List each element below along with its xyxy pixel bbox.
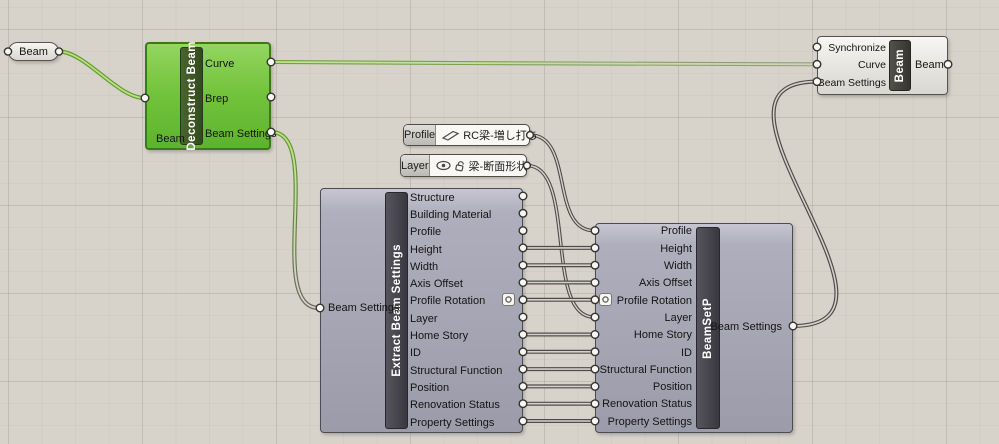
deconstruct-beam-title: Deconstruct Beam — [185, 41, 198, 151]
beamsetp-input-position: Position — [652, 381, 692, 394]
beam-target-input-synchronize: Synchronize — [828, 41, 886, 54]
extract-input-beam-settings: Beam Settings — [328, 302, 400, 314]
beam-source-param[interactable]: Beam — [8, 42, 59, 61]
extract-output-property-settings: Property Settings — [410, 416, 495, 429]
extract-output-height: Height — [410, 243, 442, 256]
extract-output-home-story: Home Story — [410, 330, 469, 343]
extract-output-profile-rotation: Profile Rotation — [410, 295, 486, 308]
beam-target-title-band: Beam — [889, 40, 911, 91]
extract-output-position: Position — [410, 381, 450, 394]
extract-beam-settings-node[interactable]: Extract Beam Settings Beam Settings Stru… — [320, 188, 523, 433]
beam-source-label: Beam — [19, 45, 48, 58]
deconstruct-beam-title-band: Deconstruct Beam — [180, 41, 203, 151]
beamsetp-input-width: Width — [663, 260, 692, 273]
layer-panel-value: 梁-断面形状 — [468, 160, 528, 173]
profile-value-panel[interactable]: Profile RC梁-増し打ち — [403, 124, 538, 146]
grasshopper-canvas[interactable]: Beam Deconstruct Beam Beam Curve Brep Be… — [0, 0, 999, 444]
unlock-icon — [454, 160, 464, 171]
beamsetp-input-home-story: Home Story — [633, 329, 692, 342]
profile-shape-icon — [442, 130, 460, 141]
profile-panel-value: RC梁-増し打ち — [463, 130, 538, 142]
beam-target-input-curve: Curve — [857, 59, 886, 72]
deconstruct-output-curve: Curve — [205, 58, 235, 70]
extract-output-structural-function: Structural Function — [410, 364, 503, 377]
extract-output-renovation-status: Renovation Status — [410, 399, 500, 412]
profile-panel-tag: Profile — [404, 125, 437, 145]
layer-value-panel[interactable]: Layer 梁-断面形状 — [400, 154, 527, 177]
wire-curve-to-beam[interactable] — [270, 60, 818, 67]
beamsetp-input-profile-rotation: Profile Rotation — [616, 294, 692, 307]
extract-output-axis-offset: Axis Offset — [410, 278, 463, 291]
deconstruct-output-brep: Brep — [205, 93, 229, 105]
extract-output-width: Width — [410, 260, 439, 273]
extract-output-id: ID — [410, 347, 421, 360]
beamsetp-node[interactable]: BeamSetP Profile Height Width Axis Offse… — [595, 223, 793, 433]
beam-target-input-beam-settings: Beam Settings — [817, 76, 886, 89]
deconstruct-beam-node[interactable]: Deconstruct Beam Beam Curve Brep Beam Se… — [145, 41, 277, 151]
extract-output-layer: Layer — [410, 312, 438, 325]
wire-profile-panel-to-beamsetp[interactable] — [529, 133, 595, 233]
extract-output-building-material: Building Material — [410, 208, 492, 221]
beamsetp-input-profile: Profile — [660, 225, 692, 238]
extract-output-profile: Profile — [410, 226, 442, 239]
wires-extract-to-beamsetp[interactable] — [521, 245, 597, 423]
beamsetp-input-axis-offset: Axis Offset — [639, 277, 692, 290]
eye-icon — [435, 160, 451, 171]
beamsetp-input-property-settings: Property Settings — [607, 415, 692, 428]
extract-output-structure: Structure — [410, 191, 455, 204]
beamsetp-output-beam-settings: Beam Settings — [710, 321, 782, 333]
wire-layer-panel-to-beamsetp[interactable] — [526, 163, 595, 319]
wire-beam-to-deconstruct[interactable] — [58, 49, 145, 101]
wire-beamsettings-to-extract[interactable] — [270, 129, 320, 311]
beamsetp-input-structural-function: Structural Function — [599, 363, 692, 376]
degrees-icon — [602, 296, 609, 303]
beamsetp-profile-rotation-degrees-badge[interactable] — [599, 293, 612, 306]
beamsetp-input-layer: Layer — [664, 311, 692, 324]
extract-profile-rotation-degrees-badge[interactable] — [502, 293, 515, 306]
deconstruct-input-beam: Beam — [156, 133, 185, 145]
beamsetp-input-id: ID — [681, 346, 692, 359]
beamsetp-input-renovation-status: Renovation Status — [602, 398, 692, 411]
beam-target-title: Beam — [894, 48, 906, 83]
degrees-icon — [505, 296, 512, 303]
deconstruct-output-beam-settings: Beam Settings — [205, 128, 277, 140]
beam-target-output-beam: Beam — [915, 59, 944, 71]
layer-panel-tag: Layer — [401, 155, 430, 176]
beam-target-node[interactable]: Beam Synchronize Curve Beam Settings Bea… — [817, 36, 948, 95]
beamsetp-input-height: Height — [660, 242, 692, 255]
